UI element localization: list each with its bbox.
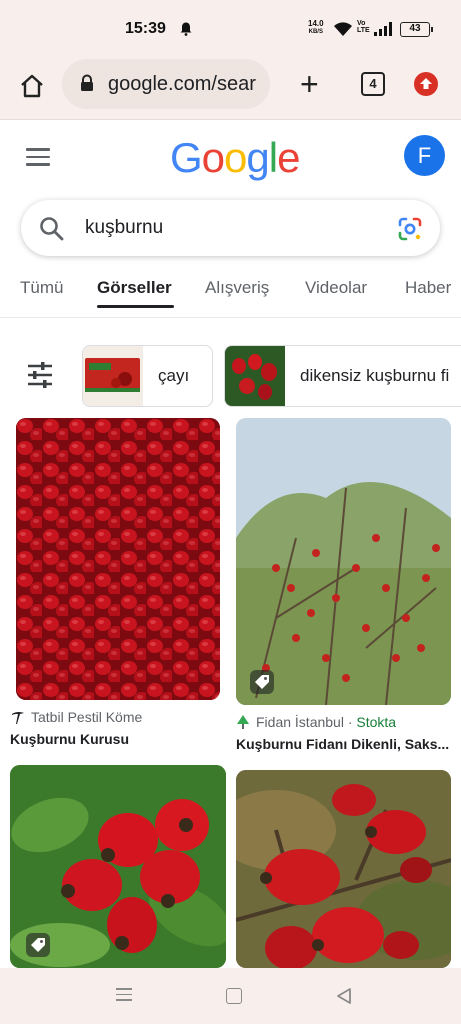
- network-speed-value: 14.0: [308, 19, 324, 28]
- tea-box-thumbnail: [83, 346, 143, 406]
- address-bar[interactable]: google.com/sear: [62, 59, 270, 109]
- wifi-icon: [334, 22, 352, 36]
- home-button[interactable]: [226, 988, 242, 1004]
- browser-toolbar: google.com/sear + 4: [0, 56, 461, 120]
- result-source[interactable]: Tatbil Pestil Köme: [31, 709, 142, 725]
- avatar[interactable]: F: [404, 135, 445, 176]
- recent-apps-button[interactable]: [116, 988, 132, 1005]
- network-speed: 14.0 KB/S: [308, 20, 324, 36]
- new-tab-button[interactable]: +: [300, 68, 319, 100]
- logo-letter: e: [277, 134, 300, 181]
- suggestion-chip-tea[interactable]: çayı: [82, 345, 213, 407]
- update-button[interactable]: [414, 72, 438, 96]
- status-time: 15:39: [125, 20, 166, 37]
- result-title[interactable]: Kuşburnu Fidanı Dikenli, Saks...: [236, 736, 454, 752]
- logo-letter: G: [170, 134, 203, 181]
- result-source-name: Fidan İstanbul: [256, 714, 344, 730]
- notification-bell-icon: [180, 22, 192, 36]
- tab-all[interactable]: Tümü: [20, 278, 63, 298]
- logo-letter: o: [201, 134, 225, 181]
- network-speed-unit: KB/S: [308, 29, 323, 35]
- logo-letter: l: [268, 134, 278, 181]
- arrow-up-icon: [420, 78, 432, 89]
- google-lens-icon[interactable]: [397, 216, 423, 242]
- stock-status: Stokta: [356, 714, 397, 730]
- product-tag-icon: [26, 933, 50, 957]
- result-source[interactable]: Fidan İstanbul · Stokta: [256, 714, 396, 730]
- tab-news[interactable]: Haber: [405, 278, 451, 298]
- rosehip-bush-picture: [236, 418, 451, 705]
- lock-icon[interactable]: [80, 74, 94, 92]
- status-bar: 15:39 14.0 KB/S Vo LTE 43: [0, 0, 461, 56]
- volte-bottom: LTE: [357, 27, 370, 34]
- home-icon[interactable]: [18, 72, 46, 100]
- search-tabs: Tümü Görseller Alışveriş Videolar Haber: [0, 268, 461, 318]
- rosehip-branch-picture: [236, 770, 451, 968]
- result-image-dried-rosehips[interactable]: [16, 418, 220, 700]
- logo-letter: g: [246, 134, 269, 181]
- url-text[interactable]: google.com/sear: [108, 73, 256, 96]
- rosehip-thumbnail: [225, 346, 285, 406]
- suggestion-chip-thornless[interactable]: dikensiz kuşburnu fi: [224, 345, 461, 407]
- search-input[interactable]: kuşburnu: [85, 217, 163, 239]
- chip-label: dikensiz kuşburnu fi: [300, 366, 450, 385]
- dried-rosehips-picture: [16, 418, 220, 700]
- signal-icon: [374, 22, 392, 36]
- battery-icon: 43: [400, 22, 433, 37]
- google-logo[interactable]: Google: [170, 134, 300, 182]
- filter-sliders-icon[interactable]: [26, 362, 54, 388]
- search-icon: [40, 217, 64, 241]
- tab-switcher-button[interactable]: 4: [361, 72, 385, 96]
- source-logo-icon: [12, 712, 24, 724]
- product-tag-icon: [250, 670, 274, 694]
- result-image-rosehip-bush[interactable]: [236, 418, 451, 705]
- back-icon[interactable]: [336, 987, 352, 1005]
- active-tab-indicator: [97, 305, 174, 308]
- search-box[interactable]: kuşburnu: [21, 200, 440, 256]
- source-separator: ·: [347, 714, 353, 730]
- tab-shopping[interactable]: Alışveriş: [205, 278, 269, 298]
- chip-label: çayı: [158, 366, 190, 385]
- volte-top: Vo: [357, 20, 366, 27]
- logo-letter: o: [224, 134, 247, 181]
- system-navigation-bar: [0, 968, 461, 1024]
- result-image-rosehip-branch[interactable]: [236, 770, 451, 968]
- result-title[interactable]: Kuşburnu Kurusu: [10, 731, 220, 747]
- menu-icon[interactable]: [26, 148, 50, 166]
- tab-videos[interactable]: Videolar: [305, 278, 367, 298]
- volte-indicator: Vo LTE: [357, 20, 370, 34]
- tab-images[interactable]: Görseller: [97, 278, 172, 298]
- tree-logo-icon: [237, 715, 249, 729]
- result-image-fresh-rosehips[interactable]: [10, 765, 226, 968]
